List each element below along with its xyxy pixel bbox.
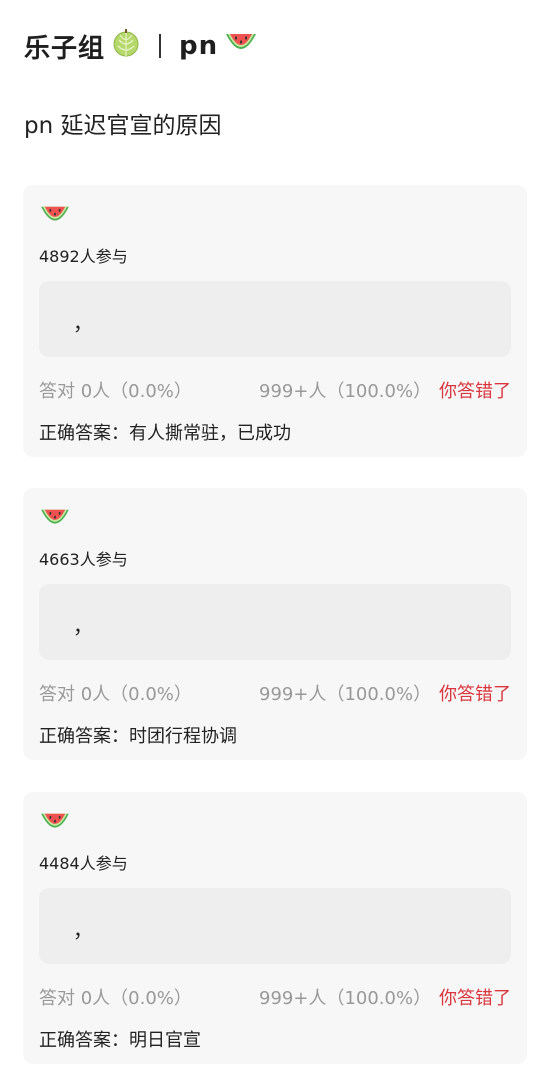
wrong-stat: 999+人（100.0%） (259, 381, 432, 402)
result-stats: 答对 0人（0.0%） 999+人（100.0%） 你答错了 (39, 377, 511, 402)
verdict-label: 你答错了 (439, 988, 511, 1009)
wrong-stat: 999+人（100.0%） (259, 684, 432, 705)
participant-count: 4663人参与 (39, 550, 128, 569)
wrong-stat: 999+人（100.0%） (259, 988, 432, 1009)
quiz-result-card: 4484人参与 ， 答对 0人（0.0%） 999+人（100.0%） 你答错了… (23, 792, 527, 1064)
watermelon-icon (224, 30, 258, 63)
verdict-label: 你答错了 (439, 684, 511, 705)
answer-text: ， (73, 311, 93, 335)
page-header: 乐子组 pn (24, 24, 258, 68)
answer-box: ， (39, 281, 511, 357)
header-separator (159, 34, 162, 58)
participant-count: 4892人参与 (39, 247, 128, 266)
correct-answer: 正确答案：时团行程协调 (39, 726, 237, 747)
correct-stat: 答对 0人（0.0%） (39, 381, 192, 402)
group-name: 乐子组 (24, 33, 106, 64)
answer-box: ， (39, 888, 511, 964)
correct-stat: 答对 0人（0.0%） (39, 684, 192, 705)
answer-text: ， (73, 614, 93, 638)
melon-icon (111, 28, 141, 65)
quiz-result-card: 4663人参与 ， 答对 0人（0.0%） 999+人（100.0%） 你答错了… (23, 488, 527, 760)
verdict-label: 你答错了 (439, 381, 511, 402)
result-stats: 答对 0人（0.0%） 999+人（100.0%） 你答错了 (39, 984, 511, 1009)
correct-answer: 正确答案：有人撕常驻，已成功 (39, 423, 291, 444)
correct-answer: 正确答案：明日官宣 (39, 1030, 201, 1051)
quiz-result-card: 4892人参与 ， 答对 0人（0.0%） 999+人（100.0%） 你答错了… (23, 185, 527, 457)
watermelon-icon (39, 203, 71, 229)
answer-text: ， (73, 918, 93, 942)
answer-box: ， (39, 584, 511, 660)
participant-count: 4484人参与 (39, 854, 128, 873)
result-stats: 答对 0人（0.0%） 999+人（100.0%） 你答错了 (39, 680, 511, 705)
question-title: pn 延迟官宣的原因 (24, 113, 222, 139)
user-name: pn (179, 31, 219, 61)
watermelon-icon (39, 810, 71, 836)
correct-stat: 答对 0人（0.0%） (39, 988, 192, 1009)
watermelon-icon (39, 506, 71, 532)
